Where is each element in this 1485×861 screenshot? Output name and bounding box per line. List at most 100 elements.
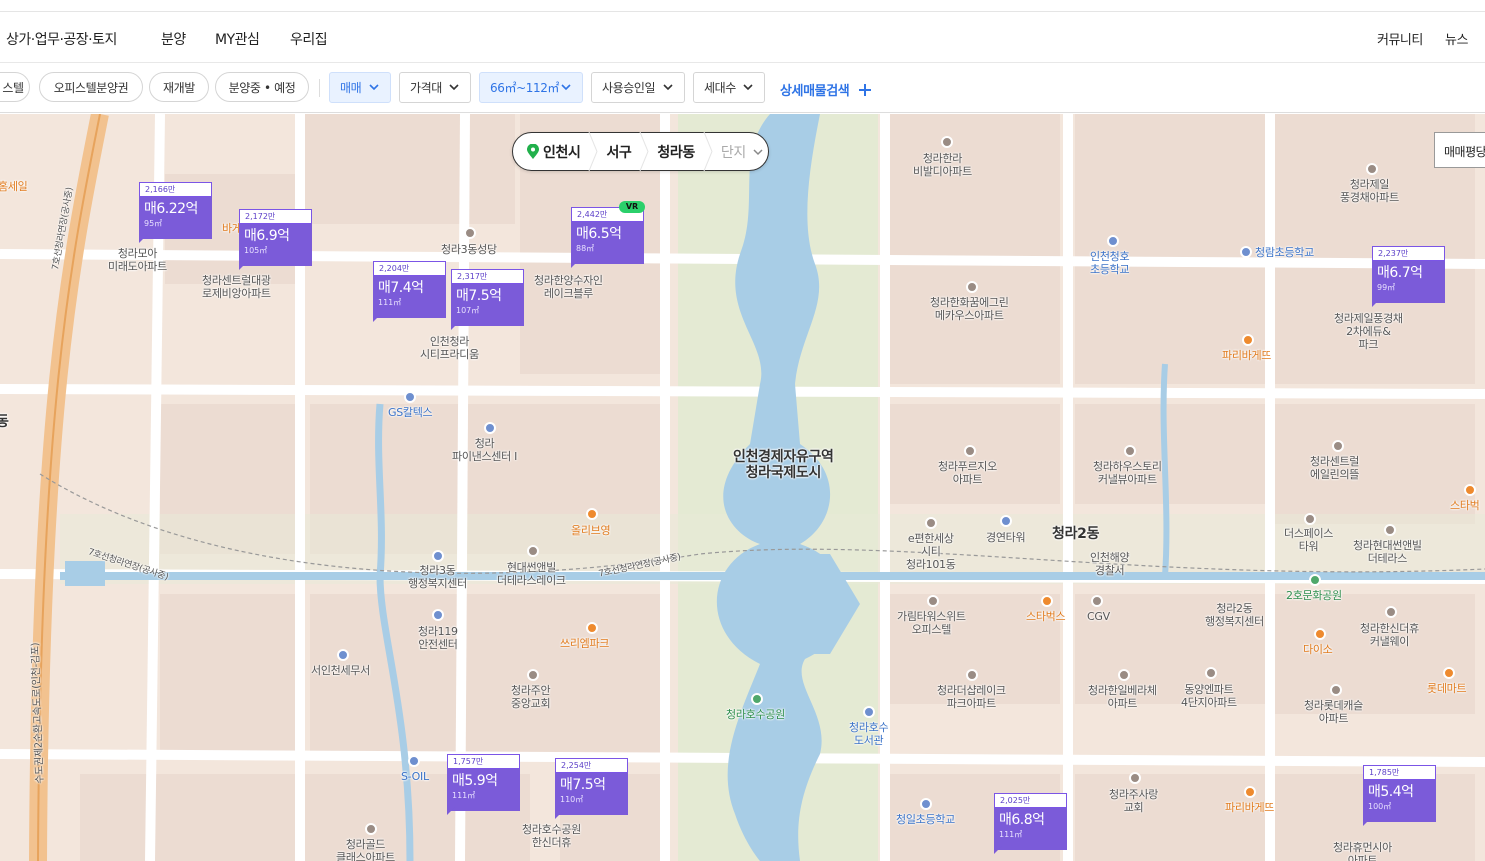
label-region: 인천경제자유구역 청라국제도시 [733,449,834,481]
apartment-icon [941,136,953,148]
filter-approval-date-label: 사용승인일 [602,81,656,95]
price-marker[interactable]: 2,166만 매6.22억 95㎡ [139,182,212,243]
place-label: 올리브영 [571,524,611,537]
location-breadcrumb: 인천시 서구 청라동 단지 [512,132,769,171]
place-label: 인천청라 시티프라디움 [420,335,479,361]
place-label: S-OIL [401,770,429,783]
apartment-icon [1124,445,1136,457]
detail-search-label: 상세매물검색 [780,84,850,99]
nav-my-interest[interactable]: MY관심 [215,29,260,49]
filter-price-range[interactable]: 가격대 [399,72,471,103]
area-text: 111㎡ [378,298,402,307]
price-marker[interactable]: 2,204만 매7.4억 111㎡ [373,261,446,322]
price-marker[interactable]: 1,785만 매5.4억 100㎡ [1363,765,1436,826]
price-marker[interactable]: 2,025만 매6.8억 111㎡ [994,793,1067,854]
place-label: 인천청호 초등학교 [1090,250,1130,276]
filter-approval-date[interactable]: 사용승인일 [591,72,685,103]
price-per-unit: 1,785만 [1363,765,1436,780]
place-label: 청람초등학교 [1255,246,1314,259]
nav-news[interactable]: 뉴스 [1445,29,1468,48]
price-per-unit: 2,025만 [994,793,1067,808]
price-text: 매7.4억 [378,280,424,296]
chevron-down-icon[interactable] [752,146,764,158]
marker-tail [447,807,455,815]
place-label: 청라휴먼시아 아파트 [1333,841,1392,861]
place-label: 청라푸르지오 아파트 [938,460,997,486]
chevron-down-icon [449,84,459,91]
filter-trade-type[interactable]: 매매 [329,72,391,103]
crumb-dong[interactable]: 청라동 [657,142,695,162]
pill-redevelopment[interactable]: 재개발 [149,72,209,102]
marker-tail [571,260,579,268]
school-icon [1240,246,1252,258]
library-icon [863,706,875,718]
place-label: 청라모아 미래도아파트 [108,247,167,273]
vr-badge[interactable]: VR [619,201,645,213]
place-label: 청라3동 행정복지센터 [408,564,467,590]
place-label: 청라제일 풍경채아파트 [1340,178,1399,204]
region-line: 인천경제자유구역 청라국제도시 [733,449,834,481]
price-text: 매7.5억 [456,288,502,304]
place-label: 청라호수공원 한신더휴 [522,823,581,849]
place-label: 동양엔파트 4단지아파트 [1181,683,1237,709]
price-text: 매6.5억 [576,226,622,242]
map-canvas[interactable]: 인천경제자유구역 청라국제도시 청라2동 동 홈세일 바게 청라한라 비발디아파… [0,114,1485,861]
pill-presale-upcoming[interactable]: 분양중 • 예정 [215,72,309,102]
place-label: 청라센트럴 에일린의뜰 [1310,455,1360,481]
nav-presale[interactable]: 분양 [161,29,186,49]
area-text: 95㎡ [144,219,163,228]
top-strip [0,0,1485,12]
apartment-icon [1205,667,1217,679]
pill-officetel[interactable]: 스텔 [0,72,30,102]
crumb-separator-icon [588,132,598,171]
filter-households-label: 세대수 [704,81,736,95]
church-icon [527,669,539,681]
price-marker[interactable]: 2,237만 매6.7억 99㎡ [1372,246,1445,307]
area-text: 88㎡ [576,244,595,253]
price-marker[interactable]: 2,172만 매6.9억 105㎡ [239,209,312,270]
place-label: 청일초등학교 [896,813,955,826]
price-marker[interactable]: 2,254만 매7.5억 110㎡ [555,758,628,819]
park-icon [751,693,763,705]
apartment-icon [966,669,978,681]
crumb-separator-icon [639,132,649,171]
price-marker[interactable]: 1,757만 매5.9억 111㎡ [447,754,520,815]
church-icon [464,227,476,239]
label-dong-edge: 동 [0,414,9,430]
price-per-unit: 2,166만 [139,182,212,197]
place-label: 스타벅스 [1026,610,1066,623]
nav-commercial[interactable]: 상가·업무·공장·토지 [6,29,117,49]
price-marker[interactable]: 2,442만 매6.5억 88㎡ VR [571,201,645,268]
marker-tail [373,314,381,322]
place-label: 파리바게뜨 [1222,349,1272,362]
place-label: 현대썬앤빌 더테라스레이크 [497,561,566,587]
crumb-complex[interactable]: 단지 [721,142,746,162]
crumb-city[interactable]: 인천시 [543,142,581,162]
filter-area[interactable]: 66㎡~112㎡ [479,72,583,103]
price-per-unit: 2,172만 [239,209,312,224]
nav-community[interactable]: 커뮤니티 [1377,29,1423,48]
area-text: 107㎡ [456,306,480,315]
marker-tail [555,811,563,819]
nav-my-home[interactable]: 우리집 [290,29,328,49]
price-marker[interactable]: 2,317만 매7.5억 107㎡ [451,269,524,330]
place-label: 가림타워스위트 오피스텔 [897,610,966,636]
plus-icon [858,84,871,96]
detail-search-button[interactable]: 상세매물검색 [780,80,872,99]
area-text: 111㎡ [999,830,1023,839]
filter-households[interactable]: 세대수 [693,72,765,103]
place-label: 청라한화꿈에그린 메카우스아파트 [930,296,1009,322]
building-icon [1304,513,1316,525]
pill-officetel-presale[interactable]: 오피스텔분양권 [39,72,143,102]
sort-button[interactable]: 매매평당 [1434,132,1485,168]
area-text: 100㎡ [1368,802,1392,811]
school-icon [1107,235,1119,247]
place-label: 2호문화공원 [1286,589,1342,602]
apartment-icon [365,823,377,835]
place-label: GS칼텍스 [388,406,433,419]
crumb-district[interactable]: 서구 [606,142,631,162]
price-per-unit: 2,254만 [555,758,628,773]
crumb-separator-icon [703,132,713,171]
chevron-down-icon [561,84,571,91]
apartment-icon [966,281,978,293]
